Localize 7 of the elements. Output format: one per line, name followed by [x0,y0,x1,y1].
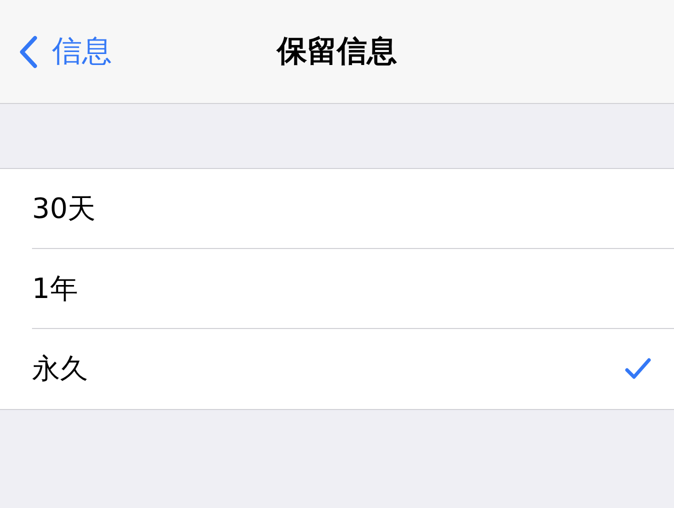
option-row[interactable]: 30天 [32,169,674,249]
chevron-left-icon [18,34,38,68]
screen-title: 保留信息 [277,33,397,71]
option-row[interactable]: 永久 [32,329,674,409]
checkmark-icon [624,357,652,381]
back-button[interactable]: 信息 [0,29,112,74]
option-row[interactable]: 1年 [32,249,674,329]
